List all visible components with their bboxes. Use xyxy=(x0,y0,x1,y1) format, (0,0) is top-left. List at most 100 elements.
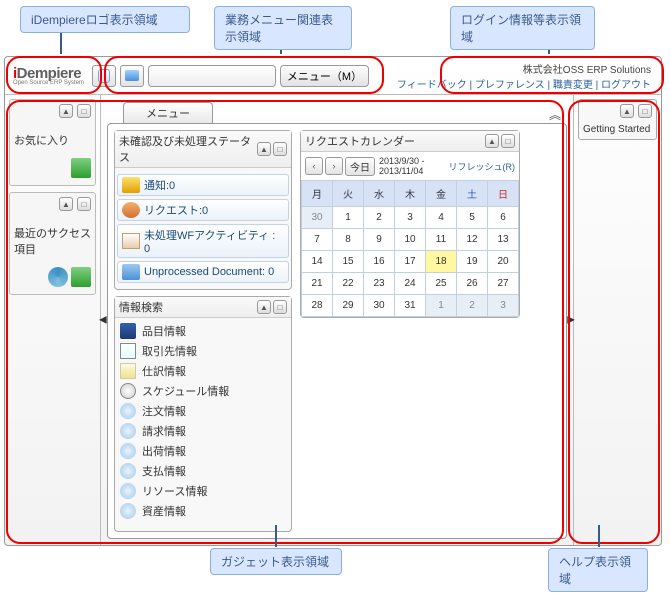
calendar-cell[interactable]: 22 xyxy=(333,273,364,295)
calendar-cell[interactable]: 9 xyxy=(364,229,395,251)
menu-button[interactable]: メニュー（M） xyxy=(280,65,369,87)
bulb-icon xyxy=(120,483,136,499)
link-preference[interactable]: プレファレンス xyxy=(475,80,545,91)
calendar-cell[interactable]: 1 xyxy=(333,207,364,229)
calendar-cell[interactable]: 12 xyxy=(457,229,488,251)
open-folder-icon[interactable] xyxy=(120,65,144,87)
trash-icon[interactable] xyxy=(71,158,91,178)
calendar-dow: 水 xyxy=(364,181,395,207)
info-item[interactable]: リソース情報 xyxy=(117,481,289,501)
info-item-label: 注文情報 xyxy=(142,403,186,419)
collapse-up-icon[interactable]: ▲ xyxy=(257,142,271,156)
info-item[interactable]: 品目情報 xyxy=(117,321,289,341)
info-item-label: 請求情報 xyxy=(142,423,186,439)
collapse-up-icon[interactable]: ▲ xyxy=(257,300,271,314)
calendar-cell[interactable]: 2 xyxy=(457,295,488,317)
calendar-cell[interactable]: 15 xyxy=(333,251,364,273)
calendar-cell[interactable]: 30 xyxy=(364,295,395,317)
calendar-cell[interactable]: 20 xyxy=(488,251,519,273)
workflow-item[interactable]: 未処理WFアクティビティ : 0 xyxy=(117,224,289,258)
new-record-icon[interactable] xyxy=(92,65,116,87)
calendar-cell[interactable]: 29 xyxy=(333,295,364,317)
info-item[interactable]: 支払情報 xyxy=(117,461,289,481)
sidebar-right: ▲ □ Getting Started xyxy=(573,95,661,545)
workflow-item[interactable]: 通知:0 xyxy=(117,174,289,196)
quick-search-dropdown[interactable]: ▼ xyxy=(148,65,276,87)
collapse-up-icon[interactable]: ▲ xyxy=(485,134,499,148)
calendar-cell[interactable]: 10 xyxy=(395,229,426,251)
workflow-item[interactable]: Unprocessed Document: 0 xyxy=(117,261,289,283)
calendar-cell[interactable]: 14 xyxy=(302,251,333,273)
calendar-cell[interactable]: 13 xyxy=(488,229,519,251)
user-icon xyxy=(122,202,140,218)
info-item[interactable]: 出荷情報 xyxy=(117,441,289,461)
calendar-cell[interactable]: 31 xyxy=(395,295,426,317)
info-item[interactable]: 請求情報 xyxy=(117,421,289,441)
info-item[interactable]: 取引先情報 xyxy=(117,341,289,361)
link-role-change[interactable]: 職責変更 xyxy=(553,80,593,91)
calendar-cell[interactable]: 26 xyxy=(457,273,488,295)
maximize-icon[interactable]: □ xyxy=(501,134,515,148)
collapse-left-arrow-icon[interactable]: ◀ xyxy=(99,315,107,326)
recent-title: 最近のサクセス項目 xyxy=(14,225,91,257)
calendar-cell[interactable]: 3 xyxy=(488,295,519,317)
calendar-cell[interactable]: 6 xyxy=(488,207,519,229)
maximize-icon[interactable]: □ xyxy=(77,197,91,211)
maximize-icon[interactable]: □ xyxy=(273,142,287,156)
calendar-cell[interactable]: 4 xyxy=(426,207,457,229)
info-item[interactable]: スケジュール情報 xyxy=(117,381,289,401)
cal-refresh-link[interactable]: リフレッシュ(R) xyxy=(449,160,516,173)
link-logout[interactable]: ログアウト xyxy=(601,80,651,91)
calendar-cell[interactable]: 1 xyxy=(426,295,457,317)
calendar-cell[interactable]: 5 xyxy=(457,207,488,229)
calendar-cell[interactable]: 3 xyxy=(395,207,426,229)
calendar-dow: 金 xyxy=(426,181,457,207)
calendar-cell[interactable]: 18 xyxy=(426,251,457,273)
info-item-label: 資産情報 xyxy=(142,503,186,519)
calendar-cell[interactable]: 27 xyxy=(488,273,519,295)
book-icon xyxy=(120,323,136,339)
calendar-cell[interactable]: 11 xyxy=(426,229,457,251)
info-item[interactable]: 資産情報 xyxy=(117,501,289,521)
calendar-dow: 火 xyxy=(333,181,364,207)
workflow-title: 未確認及び未処理ステータス xyxy=(119,133,255,165)
calendar-cell[interactable]: 17 xyxy=(395,251,426,273)
calendar-cell[interactable]: 21 xyxy=(302,273,333,295)
trash-icon[interactable] xyxy=(71,267,91,287)
quick-search-input[interactable] xyxy=(149,70,299,82)
calendar-cell[interactable]: 2 xyxy=(364,207,395,229)
calendar-cell[interactable]: 8 xyxy=(333,229,364,251)
calendar-cell[interactable]: 16 xyxy=(364,251,395,273)
calendar-cell[interactable]: 30 xyxy=(302,207,333,229)
collapse-up-icon[interactable]: ▲ xyxy=(59,104,73,118)
info-item[interactable]: 注文情報 xyxy=(117,401,289,421)
collapse-up-icon[interactable]: ▲ xyxy=(59,197,73,211)
calendar-cell[interactable]: 7 xyxy=(302,229,333,251)
ledger-icon xyxy=(120,363,136,379)
calendar-cell[interactable]: 19 xyxy=(457,251,488,273)
callout-login-region: ログイン情報等表示領域 xyxy=(450,6,595,50)
link-feedback[interactable]: フィードバック xyxy=(397,80,467,91)
maximize-icon[interactable]: □ xyxy=(638,104,652,118)
expand-up-icon[interactable]: ︽ xyxy=(549,106,561,123)
maximize-icon[interactable]: □ xyxy=(77,104,91,118)
cal-today-button[interactable]: 今日 xyxy=(345,157,375,176)
login-info: 株式会社OSS ERP Solutions フィードバック | プレファレンス … xyxy=(397,61,657,91)
getting-started-link[interactable]: Getting Started xyxy=(583,124,652,135)
cal-next-icon[interactable]: › xyxy=(325,157,343,175)
maximize-icon[interactable]: □ xyxy=(273,300,287,314)
collapse-right-arrow-icon[interactable]: ▶ xyxy=(567,315,575,326)
cal-range: 2013/9/30 -2013/11/04 xyxy=(379,156,425,176)
calendar-dow: 土 xyxy=(457,181,488,207)
calendar-cell[interactable]: 25 xyxy=(426,273,457,295)
calendar-cell[interactable]: 28 xyxy=(302,295,333,317)
cal-prev-icon[interactable]: ‹ xyxy=(305,157,323,175)
refresh-icon[interactable] xyxy=(48,267,68,287)
workflow-item[interactable]: リクエスト:0 xyxy=(117,199,289,221)
calendar-cell[interactable]: 24 xyxy=(395,273,426,295)
collapse-up-icon[interactable]: ▲ xyxy=(620,104,634,118)
tab-menu[interactable]: メニュー xyxy=(123,102,213,123)
info-item[interactable]: 仕訳情報 xyxy=(117,361,289,381)
calendar-cell[interactable]: 23 xyxy=(364,273,395,295)
card-icon xyxy=(120,343,136,359)
